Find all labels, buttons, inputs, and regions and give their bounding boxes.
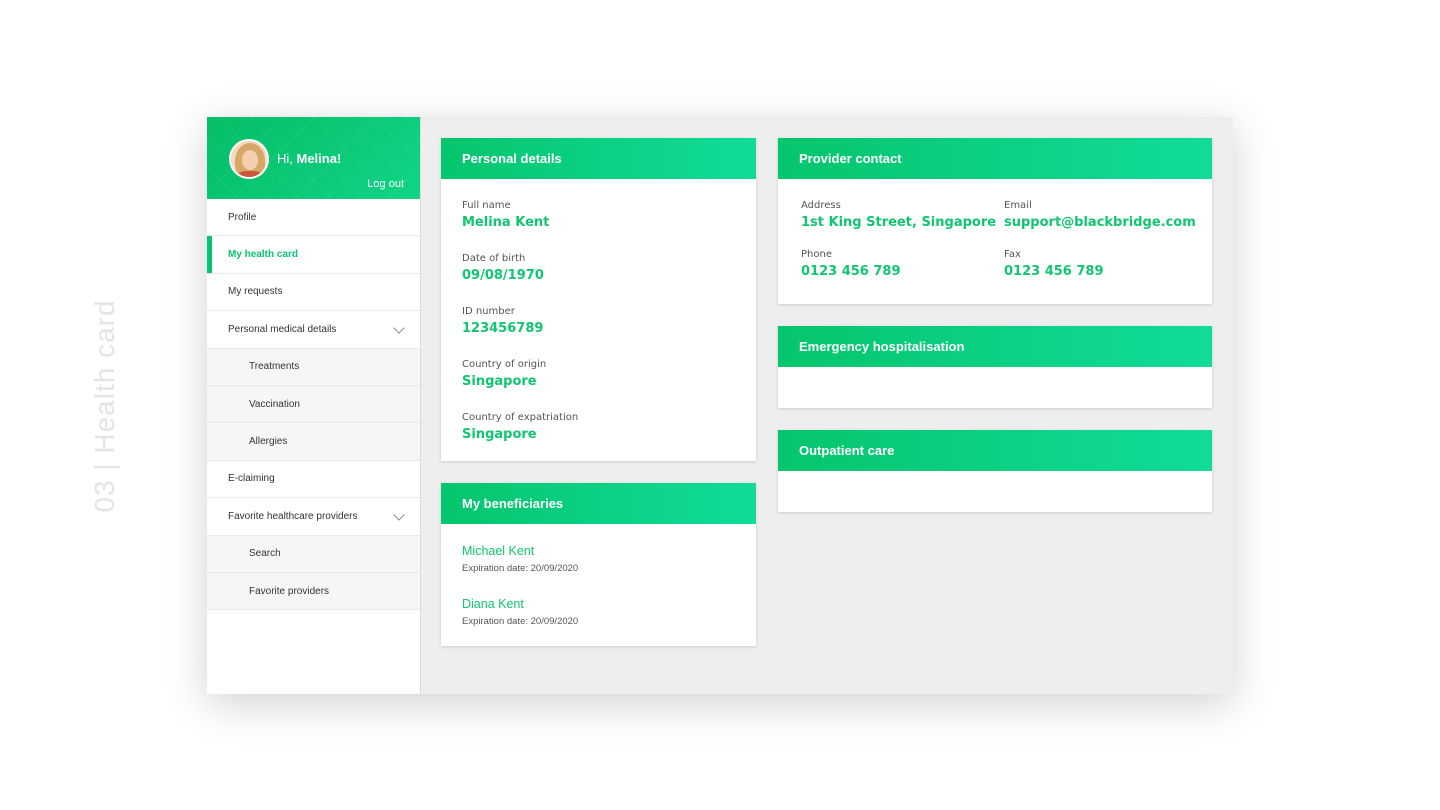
field-value: 123456789	[462, 321, 544, 336]
app-window: Hi, Melina! Log out Profile My health ca…	[207, 117, 1233, 694]
sidebar-item-my-health-card[interactable]: My health card	[207, 236, 420, 274]
sidebar-item-vaccination[interactable]: Vaccination	[207, 385, 420, 424]
beneficiary-name[interactable]: Michael Kent	[462, 544, 735, 558]
sidebar-item-label: Search	[249, 548, 281, 560]
provider-contact-fields: Address 1st King Street, Singapore Email…	[778, 179, 1212, 279]
field-id-number: ID number 123456789	[462, 306, 735, 359]
list-item[interactable]: Michael Kent Expiration date: 20/09/2020	[462, 544, 735, 597]
sidebar-item-label: Vaccination	[249, 398, 300, 410]
card-title: Emergency hospitalisation	[778, 326, 1212, 367]
logout-link[interactable]: Log out	[367, 178, 404, 190]
sidebar-item-label: Favorite providers	[249, 585, 330, 597]
field-country-of-expatriation: Country of expatriation Singapore	[462, 412, 735, 465]
field-value: 0123 456 789	[1004, 264, 1104, 279]
sidebar-item-label: Profile	[228, 211, 257, 223]
chevron-down-icon	[393, 322, 405, 334]
field-value: 1st King Street, Singapore	[801, 215, 997, 230]
sidebar-item-search[interactable]: Search	[207, 535, 420, 573]
field-label: Fax	[1004, 249, 1021, 260]
outpatient-care-card[interactable]: Outpatient care	[778, 430, 1212, 512]
card-title: Outpatient care	[778, 430, 1212, 471]
sidebar-item-label: My requests	[228, 286, 283, 298]
field-full-name: Full name Melina Kent	[462, 200, 735, 253]
field-date-of-birth: Date of birth 09/08/1970	[462, 253, 735, 306]
list-item[interactable]: Diana Kent Expiration date: 20/09/2020	[462, 597, 735, 650]
greeting-prefix: Hi,	[277, 151, 297, 166]
field-label: Address	[801, 200, 841, 211]
field-label: Country of expatriation	[462, 412, 579, 423]
sidebar-item-label: My health card	[228, 249, 299, 261]
page-label: 03 | Health card	[89, 290, 120, 522]
chevron-down-icon	[393, 509, 405, 521]
sidebar-item-allergies[interactable]: Allergies	[207, 423, 420, 461]
field-label: Full name	[462, 200, 511, 211]
emergency-hospitalisation-card[interactable]: Emergency hospitalisation	[778, 326, 1212, 408]
sidebar-nav: Profile My health card My requests Perso…	[207, 199, 420, 611]
email-link[interactable]: support@blackbridge.com	[1004, 215, 1204, 230]
field-email: Email support@blackbridge.com	[1004, 200, 1204, 230]
sidebar-item-label: Allergies	[249, 436, 288, 448]
field-fax: Fax 0123 456 789	[1004, 249, 1204, 279]
provider-contact-card: Provider contact Address 1st King Street…	[778, 138, 1212, 304]
sidebar-item-e-claiming[interactable]: E-claiming	[207, 460, 420, 499]
sidebar-item-label: Favorite healthcare providers	[228, 510, 358, 522]
sidebar-item-personal-medical-details[interactable]: Personal medical details	[207, 311, 420, 349]
sidebar-item-favorite-healthcare-providers[interactable]: Favorite healthcare providers	[207, 498, 420, 536]
avatar[interactable]	[229, 139, 269, 179]
greeting: Hi, Melina!	[277, 151, 341, 166]
card-title: Provider contact	[778, 138, 1212, 179]
sidebar-item-treatments[interactable]: Treatments	[207, 348, 420, 386]
field-label: Email	[1004, 200, 1032, 211]
field-value: Singapore	[462, 427, 537, 442]
beneficiaries-card: My beneficiaries Michael Kent Expiration…	[441, 483, 756, 646]
avatar-body	[237, 171, 263, 177]
field-label: Country of origin	[462, 359, 547, 370]
beneficiary-name[interactable]: Diana Kent	[462, 597, 735, 611]
field-value: 0123 456 789	[801, 264, 901, 279]
sidebar-item-label: E-claiming	[228, 473, 275, 485]
field-value: 09/08/1970	[462, 268, 544, 283]
field-label: Phone	[801, 249, 832, 260]
user-name: Melina!	[296, 151, 342, 166]
sidebar-item-label: Personal medical details	[228, 323, 337, 335]
field-label: ID number	[462, 306, 515, 317]
field-country-of-origin: Country of origin Singapore	[462, 359, 735, 412]
beneficiaries-list: Michael Kent Expiration date: 20/09/2020…	[441, 524, 756, 650]
sidebar-item-label: Treatments	[249, 361, 300, 373]
sidebar-item-profile[interactable]: Profile	[207, 199, 420, 237]
personal-details-card: Personal details Full name Melina Kent D…	[441, 138, 756, 461]
field-value: Melina Kent	[462, 215, 550, 230]
personal-details-fields: Full name Melina Kent Date of birth 09/0…	[441, 179, 756, 465]
sidebar-item-favorite-providers[interactable]: Favorite providers	[207, 572, 420, 611]
card-title: Personal details	[441, 138, 756, 179]
field-phone: Phone 0123 456 789	[801, 249, 1004, 279]
avatar-face	[242, 150, 258, 170]
field-label: Date of birth	[462, 253, 526, 264]
beneficiary-expiration: Expiration date: 20/09/2020	[462, 563, 579, 574]
field-value: Singapore	[462, 374, 537, 389]
main-content: Personal details Full name Melina Kent D…	[421, 117, 1233, 694]
sidebar: Hi, Melina! Log out Profile My health ca…	[207, 117, 421, 694]
field-address: Address 1st King Street, Singapore	[801, 200, 1004, 230]
page-label-text: 03 | Health card	[89, 299, 120, 513]
sidebar-item-my-requests[interactable]: My requests	[207, 273, 420, 312]
card-title: My beneficiaries	[441, 483, 756, 524]
sidebar-header: Hi, Melina! Log out	[207, 117, 420, 199]
beneficiary-expiration: Expiration date: 20/09/2020	[462, 616, 579, 627]
